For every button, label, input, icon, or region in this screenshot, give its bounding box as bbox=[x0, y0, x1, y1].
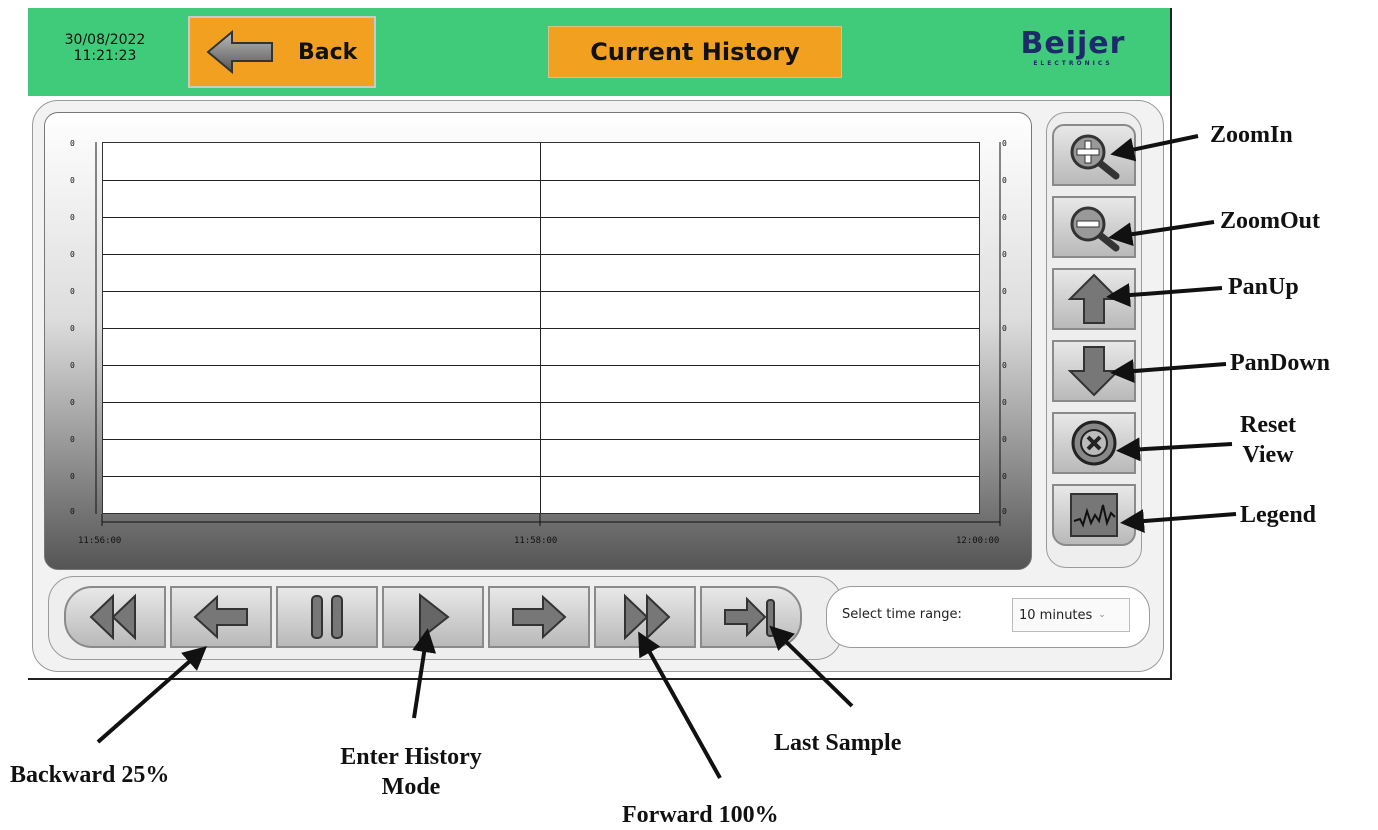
annotation-zoom-in: ZoomIn bbox=[1210, 122, 1293, 148]
annotation-forward: Forward 100% bbox=[622, 802, 779, 828]
annotation-last-sample: Last Sample bbox=[774, 730, 902, 756]
annotation-enter-history: Enter History Mode bbox=[316, 742, 506, 802]
annotation-pan-up: PanUp bbox=[1228, 274, 1299, 300]
annotation-zoom-out: ZoomOut bbox=[1220, 208, 1321, 234]
annotation-legend: Legend bbox=[1240, 502, 1317, 528]
annotation-enter-line2: Mode bbox=[381, 774, 441, 800]
annotation-pan-down: PanDown bbox=[1230, 350, 1331, 376]
annotation-arrows bbox=[96, 134, 1237, 779]
annotation-reset-line1: Reset bbox=[1240, 412, 1296, 438]
annotation-reset-line2: View bbox=[1242, 442, 1294, 468]
annotation-reset-view: Reset View bbox=[1240, 410, 1296, 470]
annotation-backward: Backward 25% bbox=[10, 762, 170, 788]
annotation-enter-line1: Enter History bbox=[340, 744, 482, 770]
